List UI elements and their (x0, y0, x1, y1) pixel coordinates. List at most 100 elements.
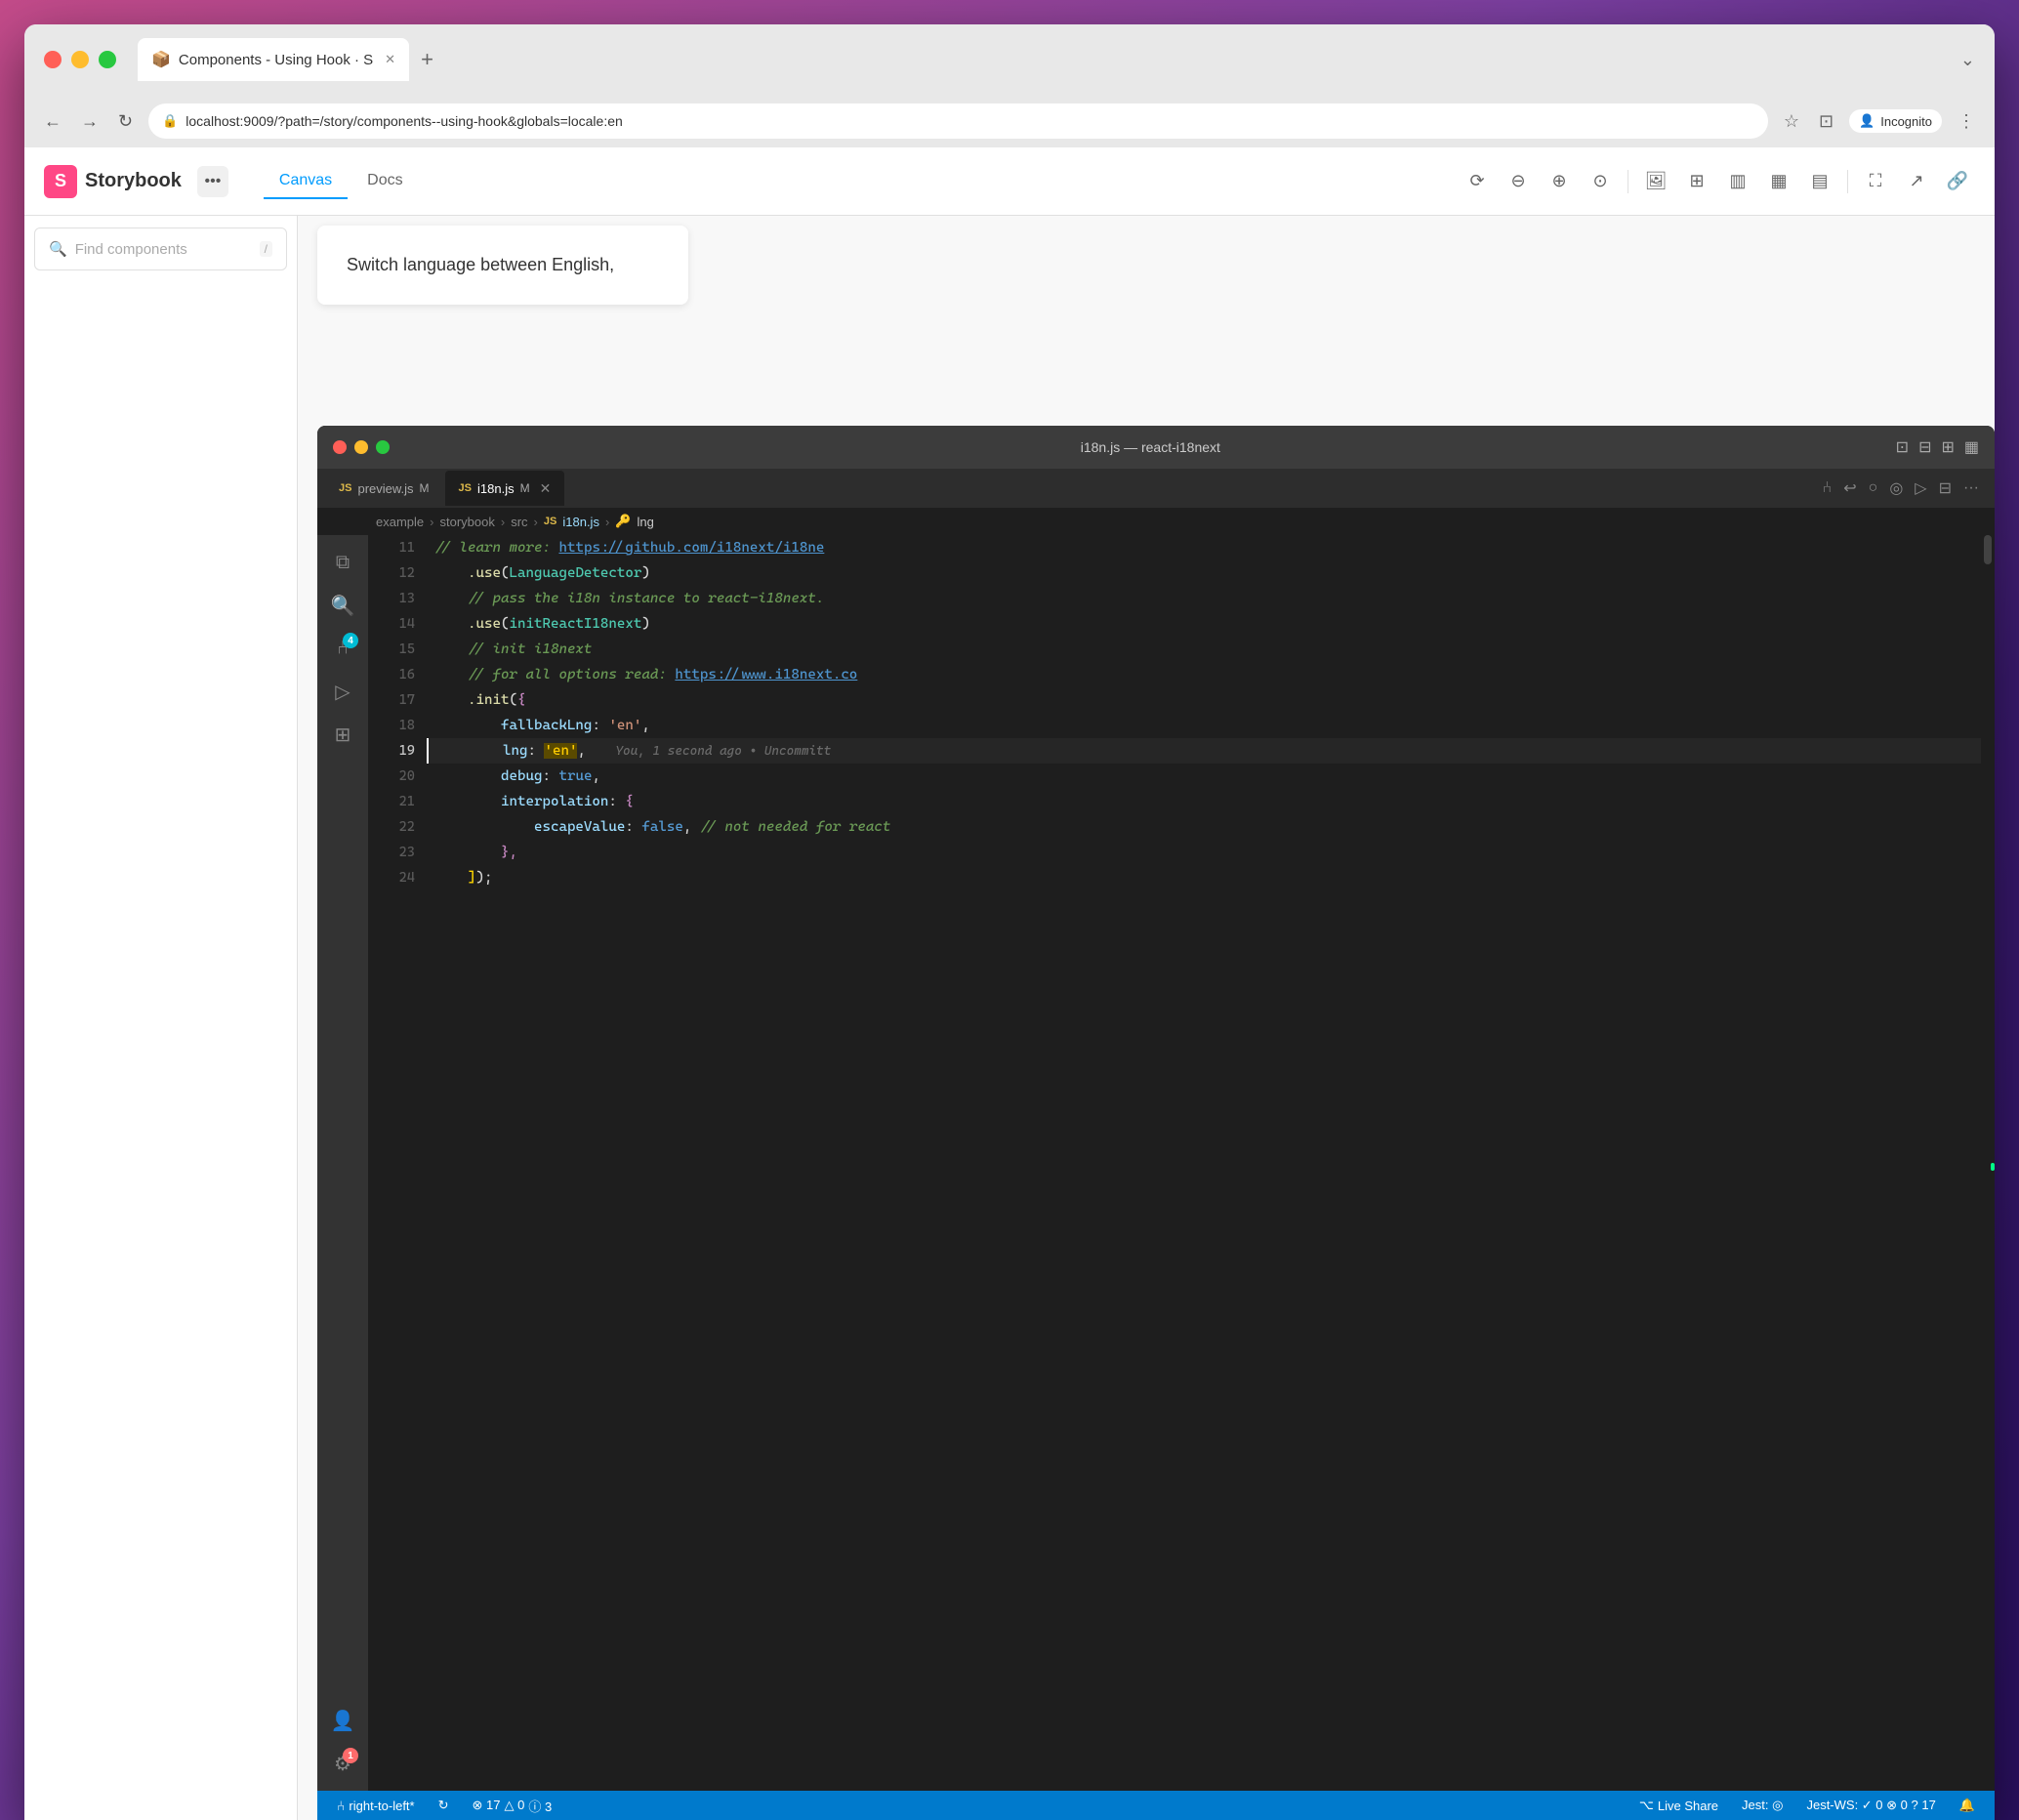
code-line-13: // pass the i18n instance to react-i18ne… (427, 586, 1981, 611)
search-icon: 🔍 (49, 240, 67, 258)
line-numbers: 11 12 13 14 15 16 17 18 19 20 21 (368, 535, 427, 1791)
notifications-status[interactable]: 🔔 (1956, 1798, 1979, 1813)
layout3-icon[interactable]: ▤ (1802, 164, 1837, 199)
search-button[interactable]: 🔍 (325, 588, 360, 623)
forward-button[interactable]: → (77, 107, 103, 136)
new-tab-button[interactable]: + (413, 43, 441, 76)
settings-button[interactable]: ⚙ 1 (325, 1746, 360, 1781)
code-area[interactable]: 11 12 13 14 15 16 17 18 19 20 21 (368, 535, 1995, 1791)
storybook-view-tabs: Canvas Docs (264, 164, 419, 199)
preview-js-tab[interactable]: JS preview.js M (325, 471, 443, 506)
more-tab-actions-icon[interactable]: ··· (1963, 478, 1979, 498)
jest-status[interactable]: Jest: ◎ (1738, 1798, 1787, 1813)
source-control-badge: 4 (343, 633, 358, 648)
layout2-icon[interactable]: ▦ (1761, 164, 1796, 199)
code-comment-11: // learn more: (434, 540, 558, 556)
source-control-button[interactable]: ⑃ 4 (325, 631, 360, 666)
toggle-sidebar-icon[interactable]: ⊞ (1941, 437, 1954, 457)
vscode-maximize-button[interactable] (376, 440, 390, 454)
errors-status[interactable]: ⊗ 17 △ 0 ⓘ 3 (469, 1797, 556, 1815)
bc-lng[interactable]: lng (637, 515, 653, 529)
zoom-out-icon[interactable]: ⊖ (1501, 164, 1536, 199)
code-line-22: escapeValue: false, // not needed for re… (427, 814, 1981, 840)
zoom-in-icon[interactable]: ⊕ (1542, 164, 1577, 199)
vscode-tabs: JS preview.js M JS i18n.js M ✕ ⑃ ↩ (317, 469, 1995, 508)
go-forward2-icon[interactable]: ◎ (1889, 478, 1903, 498)
sidebar-button[interactable]: ⊡ (1815, 107, 1837, 136)
git-branch-label: right-to-left* (349, 1799, 414, 1813)
jest-label: Jest: ◎ (1742, 1798, 1783, 1813)
bc-example[interactable]: example (376, 515, 424, 529)
bc-storybook[interactable]: storybook (439, 515, 494, 529)
vscode-activity-bar: ⧉ 🔍 ⑃ 4 ▷ ⊞ 👤 ⚙ 1 (317, 535, 368, 1791)
close-button[interactable] (44, 51, 62, 68)
vscode-close-button[interactable] (333, 440, 347, 454)
toggle-panel-icon[interactable]: ⊟ (1918, 437, 1931, 457)
git-branch-status[interactable]: ⑃ right-to-left* (333, 1798, 419, 1813)
link-icon[interactable]: 🔗 (1940, 164, 1975, 199)
source-control-icon[interactable]: ⑃ (1823, 478, 1833, 498)
bc-src[interactable]: src (511, 515, 527, 529)
explorer-button[interactable]: ⧉ (325, 545, 360, 580)
go-back-icon[interactable]: ↩ (1843, 478, 1856, 498)
bc-i18n-js[interactable]: i18n.js (562, 515, 599, 529)
storybook-more-button[interactable]: ••• (197, 166, 228, 197)
open-external-icon[interactable]: ↗ (1899, 164, 1934, 199)
docs-tab[interactable]: Docs (351, 164, 418, 199)
live-share-status[interactable]: ⌥ Live Share (1635, 1798, 1722, 1813)
vscode-statusbar: ⑃ right-to-left* ↻ ⊗ 17 △ 0 ⓘ 3 (317, 1791, 1995, 1820)
vscode-title: i18n.js — react-i18next (405, 439, 1896, 455)
code-line-24: ]); (427, 865, 1981, 890)
maximize-button[interactable] (99, 51, 116, 68)
image-icon[interactable]: 🖼 (1638, 164, 1673, 199)
sync-icon[interactable]: ⟳ (1460, 164, 1495, 199)
toolbar-divider-2 (1847, 170, 1848, 193)
i18n-modified-badge: M (520, 481, 530, 495)
layout-icon[interactable]: ▦ (1964, 437, 1979, 457)
url-bar[interactable]: 🔒 localhost:9009/?path=/story/components… (148, 103, 1768, 139)
tab-menu-button[interactable]: ⌄ (1960, 50, 1975, 70)
scrollbar[interactable] (1981, 535, 1995, 1791)
zoom-reset-icon[interactable]: ⊙ (1583, 164, 1618, 199)
tab-actions: ⑃ ↩ ○ ◎ ▷ ⊟ ··· (1823, 478, 1987, 498)
refresh-button[interactable]: ↻ (114, 107, 137, 136)
errors-label: ⊗ 17 (473, 1798, 501, 1813)
line-num-20: 20 (368, 764, 427, 789)
lock-icon: 🔒 (162, 113, 178, 129)
code-line-17: .init({ (427, 687, 1981, 713)
extensions-button[interactable]: ⊞ (325, 717, 360, 752)
i18n-tab-close[interactable]: ✕ (540, 480, 552, 497)
tab-close-button[interactable]: ✕ (385, 52, 395, 67)
storybook-body: 🔍 Find components / Switch language betw… (24, 216, 1995, 1820)
split-editor-icon[interactable]: ⊡ (1896, 437, 1909, 457)
canvas-tab[interactable]: Canvas (264, 164, 348, 199)
i18n-js-tab[interactable]: JS i18n.js M ✕ (445, 471, 565, 506)
layout-icon[interactable]: ▥ (1720, 164, 1755, 199)
fullscreen-icon[interactable]: ⛶ (1858, 164, 1893, 199)
grid-icon[interactable]: ⊞ (1679, 164, 1714, 199)
code-content[interactable]: // learn more: https://github.com/i18nex… (427, 535, 1981, 1791)
sync-status[interactable]: ↻ (434, 1798, 453, 1813)
run-debug-button[interactable]: ▷ (325, 674, 360, 709)
address-bar: ← → ↻ 🔒 localhost:9009/?path=/story/comp… (24, 95, 1995, 147)
accounts-button[interactable]: 👤 (325, 1703, 360, 1738)
vscode-editor: ⧉ 🔍 ⑃ 4 ▷ ⊞ 👤 ⚙ 1 (317, 535, 1995, 1791)
minimize-button[interactable] (71, 51, 89, 68)
jest-ws-status[interactable]: Jest-WS: ✓ 0 ⊗ 0 ? 17 (1802, 1798, 1939, 1813)
go-forward-icon[interactable]: ○ (1869, 478, 1878, 498)
code-url-11: https://github.com/i18next/i18ne (558, 540, 824, 556)
profile-area[interactable]: 👤 Incognito (1849, 109, 1942, 133)
profile-label: Incognito (1880, 114, 1932, 129)
vscode-minimize-button[interactable] (354, 440, 368, 454)
back-button[interactable]: ← (40, 107, 65, 136)
storybook-sidebar: 🔍 Find components / (24, 216, 298, 1820)
find-components-search[interactable]: 🔍 Find components / (34, 228, 287, 270)
more-options-button[interactable]: ⋮ (1954, 107, 1979, 136)
code-line-16: // for all options read: https://www.i18… (427, 662, 1981, 687)
preview-js-label: preview.js (357, 481, 413, 496)
split-view-icon[interactable]: ⊟ (1939, 478, 1952, 498)
run-icon[interactable]: ▷ (1915, 478, 1926, 498)
bookmark-button[interactable]: ☆ (1780, 107, 1803, 136)
line-num-13: 13 (368, 586, 427, 611)
active-browser-tab[interactable]: 📦 Components - Using Hook · S ✕ (138, 38, 409, 81)
